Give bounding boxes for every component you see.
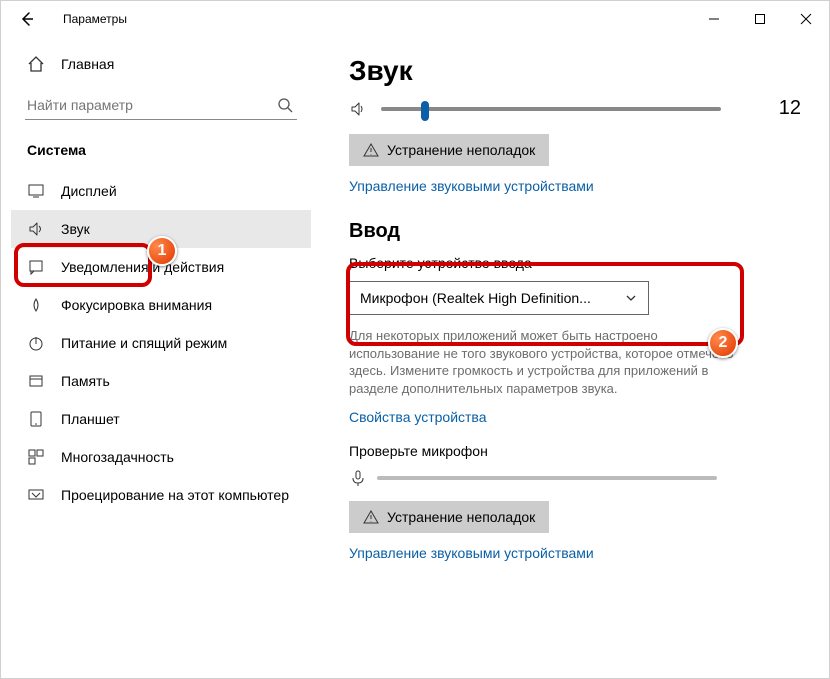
sound-icon xyxy=(27,220,45,238)
choose-input-label: Выберите устройство ввода xyxy=(349,255,801,271)
minimize-button[interactable] xyxy=(691,1,737,37)
input-device-dropdown[interactable]: Микрофон (Realtek High Definition... xyxy=(349,281,649,315)
nav-label: Дисплей xyxy=(61,183,117,199)
sidebar: Главная Система Дисплей Звук Уведомления… xyxy=(1,37,321,678)
sidebar-item-storage[interactable]: Память xyxy=(11,362,311,400)
nav-label: Фокусировка внимания xyxy=(61,297,212,313)
warning-icon xyxy=(363,509,379,525)
input-heading: Ввод xyxy=(349,220,801,243)
maximize-button[interactable] xyxy=(737,1,783,37)
nav-list: Дисплей Звук Уведомления и действия Фоку… xyxy=(11,172,311,514)
troubleshoot-output-button[interactable]: Устранение неполадок xyxy=(349,134,549,166)
sidebar-item-focus[interactable]: Фокусировка внимания xyxy=(11,286,311,324)
maximize-icon xyxy=(754,13,766,25)
content: Главная Система Дисплей Звук Уведомления… xyxy=(1,37,829,678)
speaker-icon xyxy=(349,99,369,119)
microphone-icon xyxy=(349,469,367,487)
volume-row: 12 xyxy=(349,97,801,120)
nav-label: Уведомления и действия xyxy=(61,259,224,275)
nav-label: Проецирование на этот компьютер xyxy=(61,487,289,503)
sidebar-item-display[interactable]: Дисплей xyxy=(11,172,311,210)
power-icon xyxy=(27,334,45,352)
focus-icon xyxy=(27,296,45,314)
home-label: Главная xyxy=(61,56,114,72)
device-properties-link[interactable]: Свойства устройства xyxy=(349,409,801,425)
sidebar-item-power[interactable]: Питание и спящий режим xyxy=(11,324,311,362)
chevron-down-icon xyxy=(624,291,638,305)
multitask-icon xyxy=(27,448,45,466)
home-link[interactable]: Главная xyxy=(11,45,311,83)
sidebar-item-notifications[interactable]: Уведомления и действия xyxy=(11,248,311,286)
tablet-icon xyxy=(27,410,45,428)
back-button[interactable] xyxy=(15,7,39,31)
sidebar-item-project[interactable]: Проецирование на этот компьютер xyxy=(11,476,311,514)
volume-slider[interactable] xyxy=(381,107,721,111)
nav-label: Память xyxy=(61,373,110,389)
nav-label: Питание и спящий режим xyxy=(61,335,227,351)
search-input[interactable] xyxy=(27,97,277,113)
settings-window: Параметры Главная Система Дисплей Звук xyxy=(0,0,830,679)
btn-label: Устранение неполадок xyxy=(387,142,535,158)
slider-thumb[interactable] xyxy=(421,101,429,121)
manage-output-devices-link[interactable]: Управление звуковыми устройствами xyxy=(349,178,801,194)
storage-icon xyxy=(27,372,45,390)
mic-test-row xyxy=(349,469,801,487)
category-heading: Система xyxy=(11,128,311,168)
search-box[interactable] xyxy=(25,91,297,120)
sidebar-item-sound[interactable]: Звук xyxy=(11,210,311,248)
main-pane: Звук 12 Устранение неполадок Управление … xyxy=(321,37,829,678)
warning-icon xyxy=(363,142,379,158)
troubleshoot-input-button[interactable]: Устранение неполадок xyxy=(349,501,549,533)
nav-label: Планшет xyxy=(61,411,120,427)
sidebar-item-tablet[interactable]: Планшет xyxy=(11,400,311,438)
test-mic-label: Проверьте микрофон xyxy=(349,443,801,459)
mic-level-bar xyxy=(377,476,717,480)
arrow-left-icon xyxy=(19,11,35,27)
window-title: Параметры xyxy=(63,12,127,26)
nav-label: Многозадачность xyxy=(61,449,174,465)
input-help-text: Для некоторых приложений может быть наст… xyxy=(349,327,749,397)
volume-value: 12 xyxy=(779,97,801,120)
window-controls xyxy=(691,1,829,37)
home-icon xyxy=(27,55,45,73)
close-icon xyxy=(800,13,812,25)
minimize-icon xyxy=(708,13,720,25)
titlebar: Параметры xyxy=(1,1,829,37)
search-icon xyxy=(277,97,293,113)
close-button[interactable] xyxy=(783,1,829,37)
notifications-icon xyxy=(27,258,45,276)
dropdown-value: Микрофон (Realtek High Definition... xyxy=(360,290,591,306)
display-icon xyxy=(27,182,45,200)
btn-label: Устранение неполадок xyxy=(387,509,535,525)
sidebar-item-multitask[interactable]: Многозадачность xyxy=(11,438,311,476)
page-title: Звук xyxy=(349,55,801,87)
nav-label: Звук xyxy=(61,221,90,237)
project-icon xyxy=(27,486,45,504)
manage-input-devices-link[interactable]: Управление звуковыми устройствами xyxy=(349,545,801,561)
